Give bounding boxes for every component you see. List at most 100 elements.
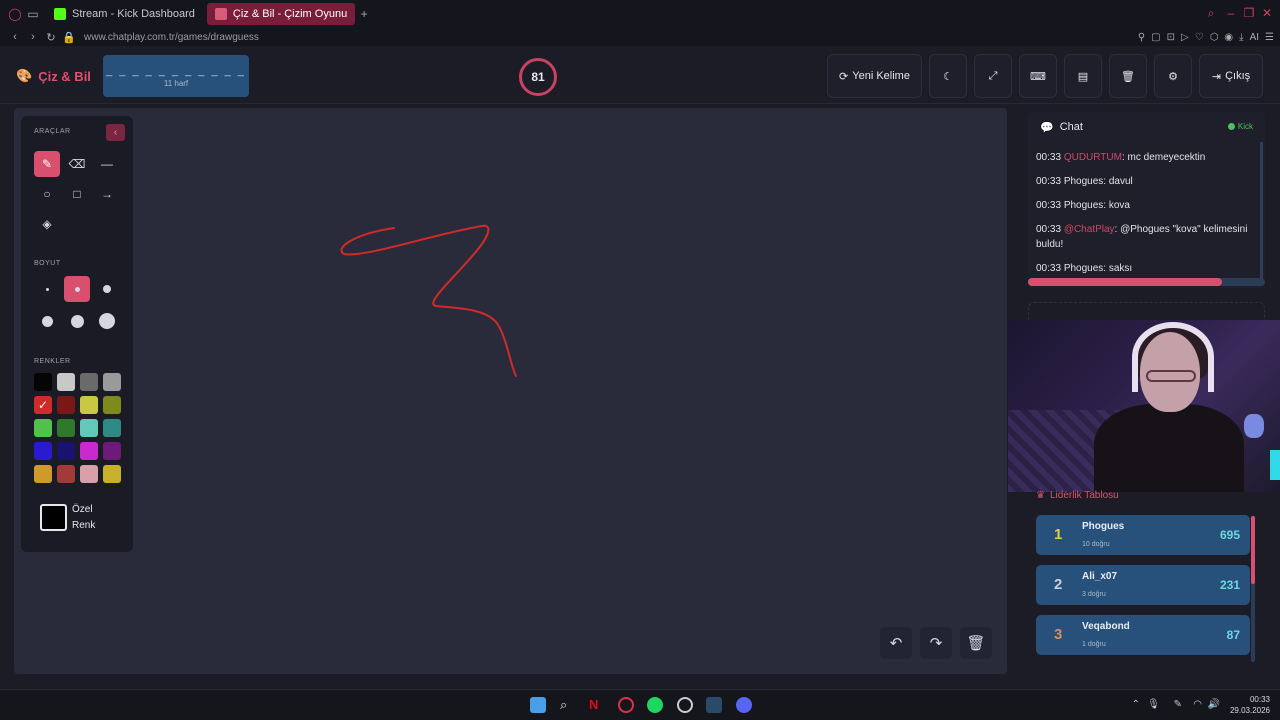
tab-kick-dashboard[interactable]: Stream - Kick Dashboard bbox=[46, 3, 203, 25]
size-option-2[interactable] bbox=[64, 276, 90, 302]
fill-tool[interactable]: ◈ bbox=[34, 211, 60, 237]
netflix-icon[interactable]: N bbox=[589, 697, 605, 713]
drawing-canvas[interactable] bbox=[14, 108, 1007, 674]
size-option-6[interactable] bbox=[94, 308, 120, 334]
heart-icon[interactable]: ♡ bbox=[1195, 32, 1204, 43]
color-swatch[interactable] bbox=[57, 396, 75, 414]
size-option-1[interactable] bbox=[34, 276, 60, 302]
ai-icon[interactable]: AI bbox=[1250, 32, 1259, 43]
workspaces-icon[interactable]: ▭ bbox=[24, 7, 42, 21]
os-taskbar: ⌕ N ⌃ 🎙 ✎ ◠ 🔊 00:33 29.03.2026 bbox=[0, 689, 1280, 720]
size-option-3[interactable] bbox=[94, 276, 120, 302]
url-field[interactable]: www.chatplay.com.tr/games/drawguess bbox=[84, 32, 259, 43]
tools-panel: ARAÇLAR ‹ ✎ ⌫ — ○ □ → ◈ BOYUT RENKLER ✓ … bbox=[21, 116, 133, 552]
system-clock[interactable]: 00:33 29.03.2026 bbox=[1230, 694, 1270, 716]
close-window-icon[interactable]: ✕ bbox=[1258, 6, 1276, 20]
circle-tool[interactable]: ○ bbox=[34, 181, 60, 207]
color-swatch[interactable] bbox=[80, 373, 98, 391]
volume-icon[interactable]: 🔊 bbox=[1208, 699, 1220, 710]
browser-tabbar: ◯ ▭ Stream - Kick Dashboard Çiz & Bil - … bbox=[0, 0, 1280, 28]
player-icon[interactable]: ▷ bbox=[1181, 32, 1189, 43]
keyboard-button[interactable]: ⌨ bbox=[1019, 54, 1057, 98]
rectangle-tool[interactable]: □ bbox=[64, 181, 90, 207]
color-swatch[interactable] bbox=[34, 465, 52, 483]
reload-icon[interactable]: ↻ bbox=[42, 31, 60, 44]
microphone-icon[interactable]: 🎙 bbox=[1147, 699, 1160, 710]
color-swatch[interactable] bbox=[80, 465, 98, 483]
color-swatch[interactable] bbox=[103, 396, 121, 414]
discord-icon[interactable] bbox=[736, 697, 752, 713]
settings-button[interactable]: ⚙ bbox=[1154, 54, 1192, 98]
menu-icon[interactable]: ☰ bbox=[1265, 32, 1274, 43]
collapse-panel-button[interactable]: ‹ bbox=[106, 124, 125, 141]
steam-icon[interactable] bbox=[706, 697, 722, 713]
leaderboard-scrollbar[interactable] bbox=[1251, 516, 1255, 662]
eraser-tool[interactable]: ⌫ bbox=[64, 151, 90, 177]
chevron-up-icon[interactable]: ⌃ bbox=[1132, 699, 1140, 710]
color-swatch[interactable] bbox=[103, 465, 121, 483]
search-icon[interactable]: ⌕ bbox=[560, 697, 576, 713]
circle-icon: ○ bbox=[43, 187, 51, 201]
color-swatch[interactable]: ✓ bbox=[34, 396, 52, 414]
arrow-tool[interactable]: → bbox=[94, 181, 120, 207]
snapshot-icon[interactable]: ▢ bbox=[1151, 32, 1160, 43]
pin-icon[interactable]: ⚲ bbox=[1138, 32, 1145, 43]
undo-button[interactable]: ↶ bbox=[880, 627, 912, 659]
download-icon[interactable]: ⤓ bbox=[1239, 32, 1243, 43]
size-option-4[interactable] bbox=[34, 308, 60, 334]
opera-logo-icon[interactable]: ◯ bbox=[6, 7, 24, 21]
brush-tool[interactable]: ✎ bbox=[34, 151, 60, 177]
clear-canvas-button[interactable]: 🗑 bbox=[960, 627, 992, 659]
color-swatch[interactable] bbox=[80, 419, 98, 437]
maximize-icon[interactable]: ❐ bbox=[1240, 6, 1258, 20]
dark-mode-button[interactable]: ☾ bbox=[929, 54, 967, 98]
color-swatch[interactable] bbox=[34, 419, 52, 437]
forward-icon[interactable]: › bbox=[24, 31, 42, 43]
color-swatch[interactable] bbox=[80, 442, 98, 460]
fullscreen-button[interactable]: ⤢ bbox=[974, 54, 1012, 98]
tab-ciz-bil[interactable]: Çiz & Bil - Çizim Oyunu bbox=[206, 3, 356, 25]
archive-button[interactable]: ▤ bbox=[1064, 54, 1102, 98]
line-tool[interactable]: — bbox=[94, 151, 120, 177]
delete-button[interactable]: 🗑 bbox=[1109, 54, 1147, 98]
color-swatch[interactable] bbox=[34, 442, 52, 460]
scrollbar-thumb[interactable] bbox=[1251, 516, 1255, 584]
profile-icon[interactable]: ◉ bbox=[1224, 32, 1233, 43]
keyboard-icon: ⌨ bbox=[1030, 70, 1046, 83]
color-swatch[interactable] bbox=[103, 442, 121, 460]
color-swatch[interactable] bbox=[103, 419, 121, 437]
size-option-5[interactable] bbox=[64, 308, 90, 334]
scrollbar-thumb[interactable] bbox=[1028, 278, 1223, 286]
color-swatch[interactable] bbox=[57, 465, 75, 483]
new-word-button[interactable]: ⟳ Yeni Kelime bbox=[827, 54, 922, 98]
minimize-icon[interactable]: – bbox=[1222, 6, 1240, 20]
app-logo[interactable]: 🎨 Çiz & Bil bbox=[16, 68, 91, 84]
extensions-icon[interactable]: ⬡ bbox=[1210, 32, 1219, 43]
new-tab-icon[interactable]: + bbox=[355, 7, 373, 21]
color-swatch[interactable] bbox=[57, 442, 75, 460]
opera-icon[interactable] bbox=[618, 697, 634, 713]
start-menu-icon[interactable] bbox=[530, 697, 546, 713]
chat-scrollbar[interactable] bbox=[1260, 142, 1263, 282]
lb-rank: 2 bbox=[1054, 576, 1063, 593]
custom-color-swatch[interactable] bbox=[40, 504, 67, 531]
wifi-icon[interactable]: ◠ bbox=[1193, 699, 1202, 710]
screenshot-icon[interactable]: ⊡ bbox=[1167, 32, 1175, 43]
color-swatch[interactable] bbox=[34, 373, 52, 391]
color-swatch[interactable] bbox=[57, 419, 75, 437]
color-swatch[interactable] bbox=[57, 373, 75, 391]
search-tabs-icon[interactable]: ⌕ bbox=[1202, 6, 1220, 21]
address-bar: ‹ › ↻ 🔒 www.chatplay.com.tr/games/drawgu… bbox=[0, 28, 1280, 46]
chat-horizontal-scrollbar[interactable] bbox=[1028, 278, 1265, 286]
color-swatch[interactable] bbox=[103, 373, 121, 391]
exit-button[interactable]: ⇥ Çıkış bbox=[1199, 54, 1263, 98]
pen-icon[interactable]: ✎ bbox=[1174, 699, 1182, 710]
redo-button[interactable]: ↷ bbox=[920, 627, 952, 659]
webcam-light bbox=[1270, 450, 1280, 480]
color-swatch[interactable] bbox=[80, 396, 98, 414]
back-icon[interactable]: ‹ bbox=[6, 31, 24, 43]
msg-user: QUDURTUM bbox=[1063, 152, 1122, 163]
chat-title: Chat bbox=[1059, 121, 1083, 133]
spotify-icon[interactable] bbox=[647, 697, 663, 713]
obs-icon[interactable] bbox=[677, 697, 693, 713]
